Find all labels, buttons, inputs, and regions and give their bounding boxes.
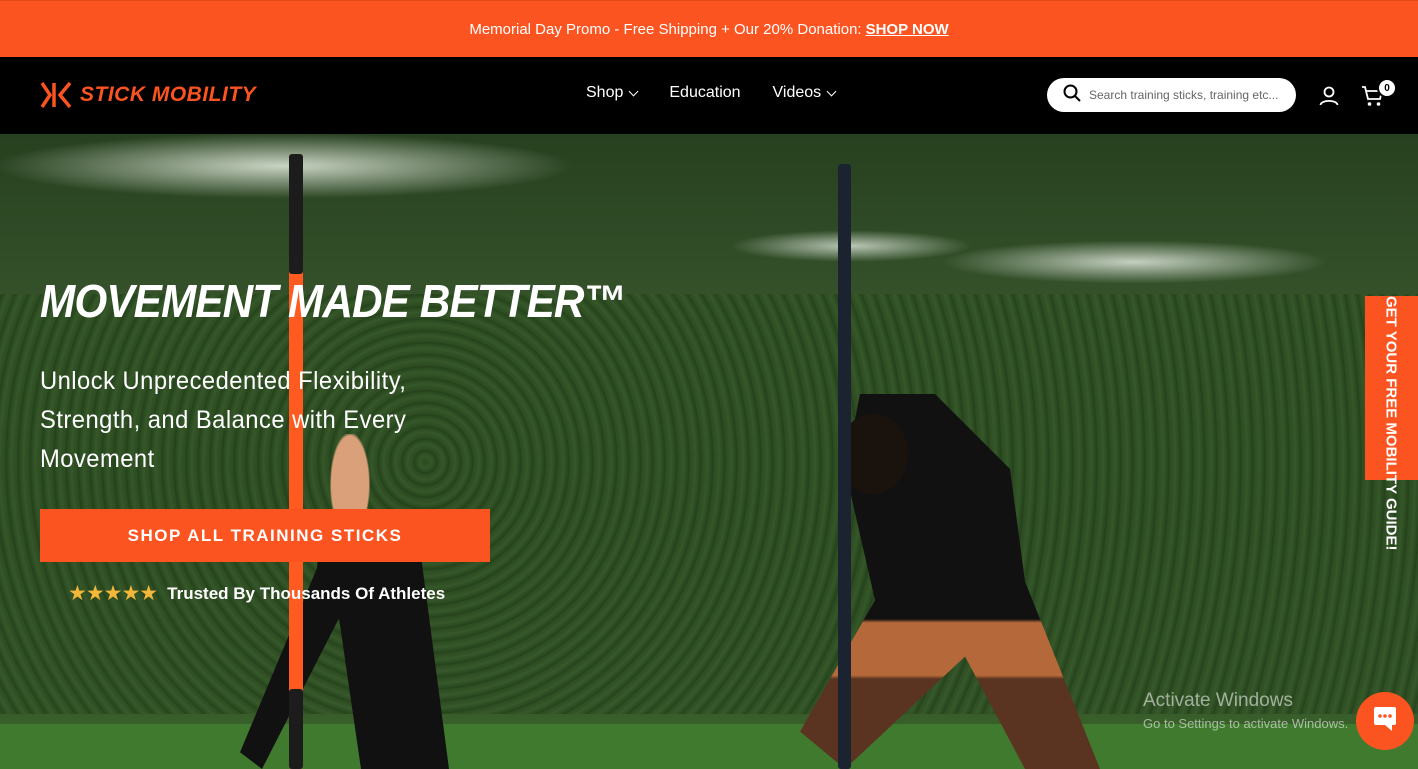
nav-shop-label: Shop <box>586 84 624 101</box>
windows-activation-watermark: Activate Windows Go to Settings to activ… <box>1143 690 1348 731</box>
site-header: STICK MOBILITY Shop Education Videos Sea… <box>0 57 1418 134</box>
hero-subtitle: Unlock Unprecedented Flexibility, Streng… <box>40 367 407 473</box>
nav-education[interactable]: Education <box>669 84 740 102</box>
chevron-down-icon <box>826 86 837 96</box>
star-rating-icon: ★★★★★ <box>68 582 158 605</box>
shop-all-training-sticks-button[interactable]: SHOP ALL TRAINING STICKS <box>40 509 490 562</box>
user-icon[interactable] <box>1318 85 1340 107</box>
logo-text: STICK MOBILITY <box>80 83 257 106</box>
search-box[interactable] <box>1047 78 1296 112</box>
main-nav: Shop Education Videos <box>586 84 837 102</box>
cart-count-badge: 0 <box>1377 78 1397 98</box>
promo-text: Memorial Day Promo - Free Shipping + Our… <box>469 20 862 38</box>
search-input[interactable] <box>1089 88 1289 102</box>
chat-bubble-icon <box>1370 705 1400 738</box>
watermark-line2: Go to Settings to activate Windows. <box>1143 716 1349 731</box>
mobility-guide-label: GET YOUR FREE MOBILITY GUIDE! <box>1382 296 1400 551</box>
logo-mark-icon <box>40 81 74 109</box>
nav-videos[interactable]: Videos <box>772 84 837 102</box>
hero-background <box>0 134 1418 294</box>
chat-button[interactable] <box>1356 692 1414 750</box>
hero-banner: MOVEMENT MADE BETTER™ Unlock Unprecedent… <box>0 134 1418 769</box>
training-stick-black <box>838 164 851 769</box>
promo-bar: Memorial Day Promo - Free Shipping + Our… <box>0 0 1418 57</box>
search-icon <box>1063 84 1081 107</box>
logo[interactable]: STICK MOBILITY <box>40 81 256 109</box>
watermark-line1: Activate Windows <box>1143 690 1293 711</box>
nav-education-label: Education <box>669 84 741 101</box>
chevron-down-icon <box>628 86 639 96</box>
hero-hedge <box>0 294 1418 714</box>
promo-shop-now-link[interactable]: SHOP NOW <box>866 21 949 38</box>
nav-videos-label: Videos <box>772 84 822 101</box>
mobility-guide-tab[interactable]: GET YOUR FREE MOBILITY GUIDE! <box>1365 296 1418 551</box>
rating-row: ★★★★★ Trusted By Thousands Of Athletes <box>68 581 445 606</box>
rating-text: Trusted By Thousands Of Athletes <box>167 583 446 603</box>
nav-shop[interactable]: Shop <box>586 84 639 102</box>
hero-title: MOVEMENT MADE BETTER™ <box>40 275 626 327</box>
